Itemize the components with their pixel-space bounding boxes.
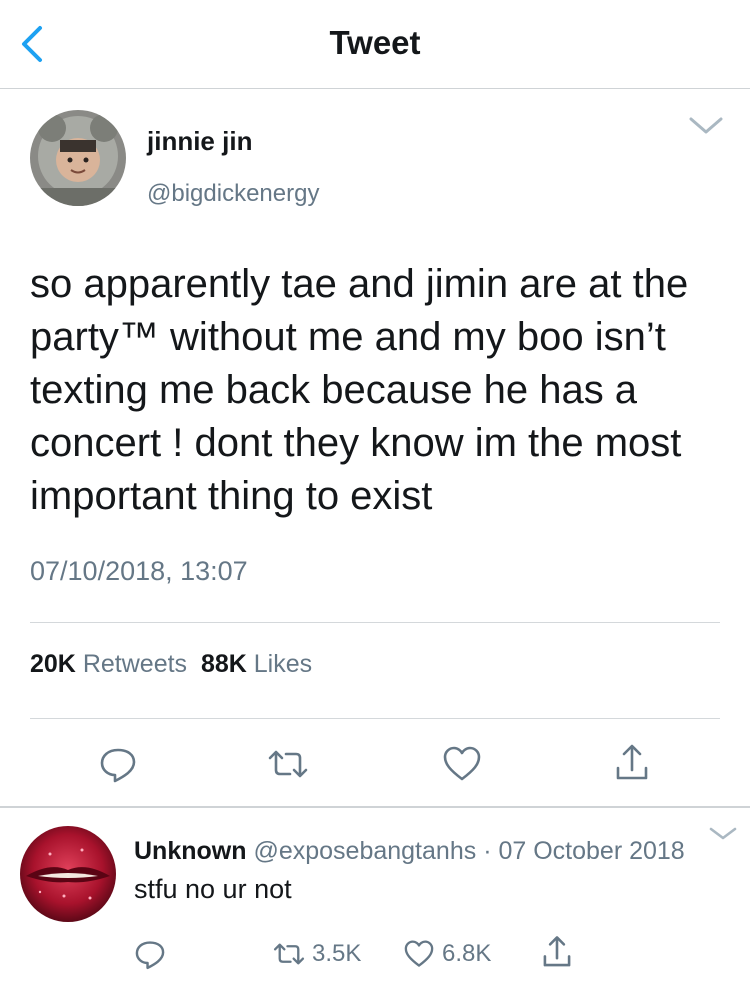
tweet-stats: 20K Retweets 88K Likes [30,650,312,679]
retweets-stat[interactable]: 20K Retweets [30,650,187,678]
reply-like-count: 6.8K [442,940,492,967]
retweet-icon [273,943,305,965]
retweets-label: Retweets [82,650,188,678]
reply-date: 07 October 2018 [498,837,685,865]
lips-avatar-image [20,826,116,922]
avatar-image [30,110,126,206]
reply-like-action[interactable]: 6.8K [402,937,491,971]
reply-retweet-count: 3.5K [312,940,362,967]
tweet-timestamp: 07/10/2018, 13:07 [30,556,248,586]
share-icon[interactable] [538,934,576,972]
reply-icon[interactable] [96,742,140,786]
reply-separator: · [483,837,492,865]
retweets-count: 20K [30,650,76,678]
heart-icon[interactable] [440,742,484,786]
reply-handle[interactable]: @exposebangtanhs [253,837,476,865]
reply-divider [0,806,750,808]
heart-icon [404,940,434,967]
likes-count: 88K [200,650,247,678]
page-title: Tweet [329,24,421,61]
chevron-down-icon[interactable] [688,116,724,136]
reply-text: stfu no ur not [134,874,292,904]
retweet-icon[interactable] [266,742,310,786]
avatar[interactable] [30,110,126,206]
divider [30,718,720,719]
tweet-text: so apparently tae and jimin are at the p… [30,262,689,518]
reply-header: Unknown @exposebangtanhs · 07 October 20… [134,837,685,866]
reply-avatar[interactable] [20,826,116,922]
likes-stat[interactable]: 88K Likes [201,650,312,678]
share-icon[interactable] [610,742,654,786]
nav-header: Tweet [0,0,750,89]
divider [30,622,720,623]
author-handle[interactable]: @bigdickenergy [147,180,319,208]
reply-retweet-action[interactable]: 3.5K [272,937,361,971]
likes-label: Likes [253,650,313,678]
chevron-down-icon[interactable] [708,826,738,842]
reply-display-name[interactable]: Unknown [134,837,247,865]
author-display-name[interactable]: jinnie jin [147,126,252,157]
reply-icon[interactable] [132,936,168,972]
